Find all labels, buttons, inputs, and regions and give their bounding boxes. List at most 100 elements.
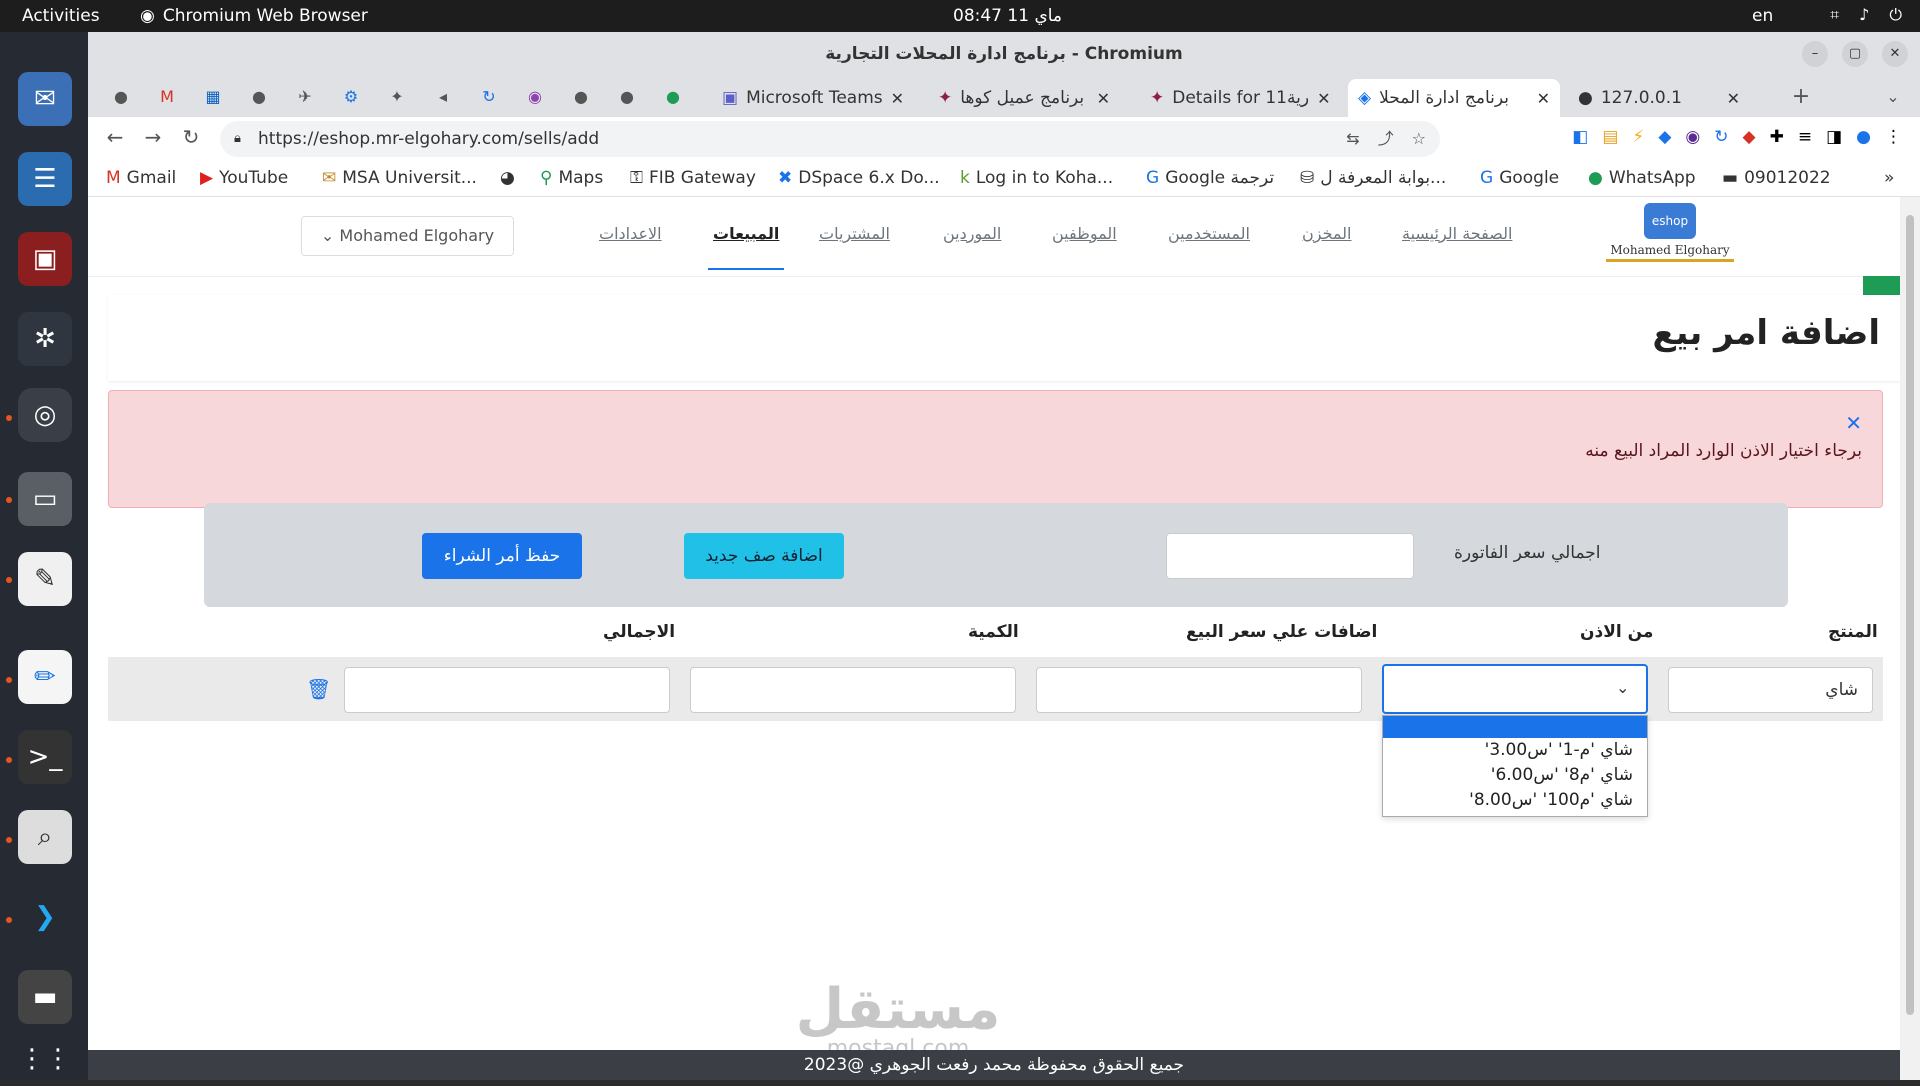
- github-tab-icon[interactable]: ●: [568, 85, 594, 109]
- profile-avatar-icon[interactable]: ●: [1856, 127, 1871, 147]
- outlook-tab-icon[interactable]: ▦: [200, 85, 226, 109]
- user-menu-button[interactable]: ⌄ Mohamed Elgohary: [301, 216, 514, 256]
- from-permit-select[interactable]: ⌄: [1382, 664, 1648, 714]
- close-tab-icon[interactable]: ✕: [1537, 89, 1550, 108]
- lock-icon[interactable]: 🔒︎: [234, 121, 241, 157]
- more-bookmarks-icon[interactable]: »: [1884, 168, 1894, 188]
- tab-store-management[interactable]: ◈ برنامج ادارة المحلا ✕: [1348, 79, 1560, 117]
- side-panel-icon[interactable]: ◨: [1826, 127, 1842, 147]
- close-alert-icon[interactable]: ✕: [1845, 411, 1862, 435]
- close-tab-icon[interactable]: ✕: [891, 89, 904, 108]
- close-window-icon[interactable]: ✕: [1882, 41, 1908, 67]
- bookmark-msa[interactable]: ✉ MSA Universit...: [322, 168, 477, 188]
- files-icon[interactable]: ▭: [18, 472, 72, 526]
- reload-icon[interactable]: ↻: [176, 125, 206, 149]
- document-viewer-icon[interactable]: ☰: [18, 152, 72, 206]
- bookmark-whatsapp[interactable]: ● WhatsApp: [1588, 168, 1696, 188]
- quantity-input[interactable]: [690, 667, 1016, 713]
- vscode-icon[interactable]: ❯: [18, 890, 72, 944]
- nav-suppliers[interactable]: الموردين: [943, 224, 1001, 243]
- address-bar[interactable]: 🔒︎ https://eshop.mr-elgohary.com/sells/a…: [220, 121, 1440, 157]
- dropdown-option[interactable]: شاي 'م8' 'س6.00': [1383, 763, 1647, 788]
- show-apps-icon[interactable]: ⋮⋮: [18, 1032, 72, 1086]
- puzzle-icon[interactable]: ✚: [1770, 127, 1784, 147]
- bookmark-youtube[interactable]: ▶ YouTube: [200, 168, 288, 188]
- extension-icon[interactable]: ◆: [1743, 127, 1756, 147]
- tab-details[interactable]: ✦ Details for 11رية ✕: [1140, 79, 1332, 117]
- nav-home[interactable]: الصفحة الرئيسية: [1402, 224, 1512, 243]
- bookmark-google-translate[interactable]: G Google ترجمة: [1146, 168, 1274, 188]
- text-editor-icon[interactable]: ✏: [18, 650, 72, 704]
- chromium-dock-icon[interactable]: ◎: [18, 388, 72, 442]
- site-logo[interactable]: eshop Mohamed Elgohary: [1600, 201, 1740, 273]
- close-tab-icon[interactable]: ✕: [1097, 89, 1110, 108]
- pinned-tab-icon[interactable]: ✦: [384, 85, 410, 109]
- forward-icon[interactable]: →: [138, 125, 168, 149]
- row-total-input[interactable]: [344, 667, 670, 713]
- delete-row-trash-icon[interactable]: 🗑︎: [306, 677, 331, 701]
- back-icon[interactable]: ←: [100, 125, 130, 149]
- nav-employees[interactable]: الموظفين: [1052, 224, 1117, 243]
- terminal-icon[interactable]: >_: [18, 730, 72, 784]
- extension-icon[interactable]: ▤: [1602, 127, 1618, 147]
- clock[interactable]: ماي 11 08:47: [953, 6, 1062, 26]
- minimize-icon[interactable]: –: [1802, 41, 1828, 67]
- remote-desktop-icon[interactable]: ▣: [18, 232, 72, 286]
- pinned-tab-icon[interactable]: ↻: [476, 85, 502, 109]
- activities-button[interactable]: Activities: [22, 6, 100, 26]
- page-scrollbar[interactable]: [1900, 197, 1920, 1080]
- translate-icon[interactable]: ⇆: [1346, 121, 1359, 157]
- thunderbird-icon[interactable]: ✉: [18, 72, 72, 126]
- nav-warehouse[interactable]: المخزن: [1302, 224, 1351, 243]
- pinned-tab-icon[interactable]: ●: [614, 85, 640, 109]
- pinned-tab-icon[interactable]: ●: [246, 85, 272, 109]
- nav-sales[interactable]: المبيعات: [707, 224, 785, 270]
- product-input[interactable]: شاي: [1668, 667, 1873, 713]
- close-tab-icon[interactable]: ✕: [1317, 89, 1330, 108]
- bookmark-koha[interactable]: k Log in to Koha...: [960, 168, 1113, 188]
- drive-icon[interactable]: ▬: [18, 970, 72, 1024]
- tab-search-icon[interactable]: ⌄: [1880, 85, 1906, 109]
- gimp-icon[interactable]: ✎: [18, 552, 72, 606]
- extension-icon[interactable]: ◆: [1658, 127, 1671, 147]
- dropdown-option[interactable]: شاي 'م-1' 'س3.00': [1383, 738, 1647, 763]
- bookmark-fib-gateway[interactable]: ⚿ FIB Gateway: [630, 168, 756, 188]
- tab-koha-client[interactable]: ✦ برنامج عميل كوها ✕: [928, 79, 1120, 117]
- pinned-tab-icon[interactable]: ●: [108, 85, 134, 109]
- magnifier-icon[interactable]: ⌕: [18, 810, 72, 864]
- bookmark-google[interactable]: G Google: [1480, 168, 1559, 188]
- price-additions-input[interactable]: [1036, 667, 1362, 713]
- bookmark-gmail[interactable]: M Gmail: [106, 168, 176, 188]
- gmail-tab-icon[interactable]: M: [154, 85, 180, 109]
- bookmark-maps[interactable]: ⚲ Maps: [540, 168, 603, 188]
- extension-icon[interactable]: ↻: [1714, 127, 1728, 147]
- browser-menu-icon[interactable]: ⋮: [1885, 127, 1902, 147]
- close-tab-icon[interactable]: ✕: [1727, 89, 1740, 108]
- app-menu[interactable]: ◉ Chromium Web Browser: [140, 6, 368, 26]
- save-order-button[interactable]: حفظ أمر الشراء: [422, 533, 582, 579]
- pinned-tab-icon[interactable]: ✈: [292, 85, 318, 109]
- scrollbar-thumb[interactable]: [1906, 215, 1914, 1015]
- extension-icon[interactable]: ◉: [1685, 127, 1700, 147]
- nav-users[interactable]: المستخدمين: [1168, 224, 1250, 243]
- extension-icon[interactable]: ◧: [1572, 127, 1588, 147]
- dropdown-option-empty[interactable]: [1383, 716, 1647, 738]
- maximize-icon[interactable]: ▢: [1842, 41, 1868, 67]
- input-language[interactable]: en: [1752, 6, 1773, 26]
- invoice-total-input[interactable]: [1166, 533, 1414, 579]
- nav-purchases[interactable]: المشتريات: [819, 224, 890, 243]
- bookmark-globe[interactable]: ◕: [500, 168, 515, 188]
- pinned-tab-icon[interactable]: ⚙: [338, 85, 364, 109]
- nav-settings[interactable]: الاعدادات: [599, 224, 662, 243]
- bookmark-dspace[interactable]: ✖ DSpace 6.x Do...: [778, 168, 940, 188]
- share-icon[interactable]: ⤴: [1378, 121, 1394, 157]
- dropdown-option[interactable]: شاي 'م100' 'س8.00': [1383, 788, 1647, 813]
- bookmark-star-icon[interactable]: ☆: [1412, 121, 1426, 157]
- bookmark-knowledge-portal[interactable]: ⛁ بوابة المعرفة ل...: [1300, 168, 1446, 188]
- system-tray[interactable]: ⌗ ♪ ⏻: [1830, 5, 1902, 25]
- app-icon[interactable]: ✲: [18, 312, 72, 366]
- extension-icon[interactable]: ⚡: [1632, 127, 1644, 147]
- new-tab-icon[interactable]: +: [1788, 85, 1814, 109]
- pinned-tab-icon[interactable]: ◉: [522, 85, 548, 109]
- tab-localhost[interactable]: ● 127.0.0.1 ✕: [1568, 79, 1750, 117]
